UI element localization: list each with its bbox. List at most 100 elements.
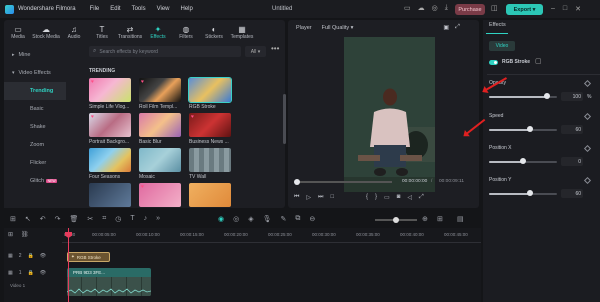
effect-clip[interactable]: ✦ RGB Stroke xyxy=(67,252,110,262)
effect-card[interactable]: Mosaic xyxy=(139,148,181,180)
mark-out-icon[interactable]: } xyxy=(375,194,377,201)
split-icon[interactable]: ✂ xyxy=(87,215,93,223)
effect-settings-icon[interactable]: ▢ xyxy=(535,57,542,65)
eye-icon[interactable]: 👁 xyxy=(40,253,46,259)
sidebar-mine[interactable]: ▸ Mine xyxy=(4,46,66,64)
param-slider[interactable] xyxy=(489,158,557,164)
select-icon[interactable]: ↖ xyxy=(25,215,31,223)
effect-card[interactable] xyxy=(189,183,231,207)
download-icon[interactable]: ⤓ xyxy=(445,4,448,12)
more-options-icon[interactable]: ••• xyxy=(271,44,279,53)
next-frame-icon[interactable]: ⏭ xyxy=(318,194,323,201)
tab-stickers[interactable]: ◐ Stickers xyxy=(200,20,228,44)
account-icon[interactable]: ◎ xyxy=(432,4,438,12)
device-icon[interactable]: ▭ xyxy=(404,4,411,12)
player-progress-knob[interactable] xyxy=(294,179,300,185)
previous-frame-icon[interactable]: ⏮ xyxy=(294,194,299,201)
fullscreen-icon[interactable]: ⤢ xyxy=(419,194,424,201)
tab-effects[interactable]: Effects xyxy=(489,22,506,28)
quality-dropdown[interactable]: Full Quality ▾ xyxy=(322,25,354,31)
sidebar-item-flicker[interactable]: Flicker xyxy=(4,154,66,172)
undo-icon[interactable]: ↶ xyxy=(40,215,46,223)
mark-in-icon[interactable]: { xyxy=(366,194,368,201)
minimize-icon[interactable]: – xyxy=(551,5,555,13)
param-slider-knob[interactable] xyxy=(543,93,550,99)
menu-tools[interactable]: Tools xyxy=(132,6,146,12)
zoom-in-icon[interactable]: ⊕ xyxy=(422,215,428,223)
keyframe-icon[interactable] xyxy=(583,144,592,153)
param-value-field[interactable]: 60 xyxy=(561,189,583,198)
player-progress-track[interactable] xyxy=(296,181,392,183)
delete-icon[interactable]: 🗑 xyxy=(70,215,79,223)
sidebar-item-trending[interactable]: Trending xyxy=(4,82,66,100)
tab-titles[interactable]: T Titles xyxy=(88,20,116,44)
text-icon[interactable]: T xyxy=(130,215,134,223)
menu-view[interactable]: View xyxy=(157,6,170,12)
sidebar-item-shake[interactable]: Shake xyxy=(4,118,66,136)
snapshot-icon[interactable]: ▣ xyxy=(443,24,449,31)
expand-icon[interactable]: ⤢ xyxy=(455,24,460,31)
timeline-ruler[interactable]: 00:0000:00:05:0000:00:10:0000:00:15:0000… xyxy=(62,232,481,242)
tab-audio[interactable]: ♫ Audio xyxy=(60,20,88,44)
effect-card[interactable]: ♥ Simple Life Vlog... xyxy=(89,78,131,110)
keyframe-icon[interactable] xyxy=(583,112,592,121)
screenshot-icon[interactable]: ◙ xyxy=(397,194,401,201)
effects-search-input[interactable]: ⌕ Search effects by keyword xyxy=(89,46,241,57)
effect-card[interactable]: TV Wall xyxy=(189,148,231,180)
param-slider-knob[interactable] xyxy=(526,190,533,196)
menu-help[interactable]: Help xyxy=(181,6,193,12)
param-slider[interactable] xyxy=(489,190,557,196)
notification-icon[interactable]: ◫ xyxy=(491,4,498,12)
more-tools-icon[interactable]: » xyxy=(156,215,160,223)
param-value-field[interactable]: 100 xyxy=(561,92,583,101)
video-clip[interactable]: PRB 9D3 3FE... xyxy=(67,268,151,296)
add-track-icon[interactable]: ⊞ xyxy=(8,231,13,238)
sidebar-item-glitch[interactable]: Glitch NEW xyxy=(4,172,66,190)
stop-icon[interactable]: □ xyxy=(330,194,334,201)
maximize-icon[interactable]: □ xyxy=(563,5,567,13)
param-slider-knob[interactable] xyxy=(526,126,533,132)
tab-filters[interactable]: ◍ Filters xyxy=(172,20,200,44)
effect-card[interactable]: ♥ Roll Film Templ... xyxy=(139,78,181,110)
sidebar-video-effects[interactable]: ▾ Video Effects xyxy=(4,64,66,82)
playhead[interactable] xyxy=(68,228,69,302)
render-icon[interactable]: ◉ xyxy=(218,215,224,223)
ai-icon[interactable]: ✎ xyxy=(281,215,287,223)
param-value-field[interactable]: 0 xyxy=(561,157,583,166)
snap-icon[interactable]: ⧉ xyxy=(295,215,300,223)
filter-dropdown[interactable]: All ▾ xyxy=(245,46,266,57)
effects-scrollbar[interactable] xyxy=(283,94,286,144)
effect-card[interactable]: ♥ Portrait Backgro... xyxy=(89,113,131,145)
purchase-button[interactable]: Purchase xyxy=(455,4,485,15)
lock-icon[interactable]: 🔒 xyxy=(28,253,34,259)
keyframe-icon[interactable] xyxy=(583,176,592,185)
tab-transitions[interactable]: ⇄ Transitions xyxy=(116,20,144,44)
zoom-slider-knob[interactable] xyxy=(393,217,399,223)
tab-templates[interactable]: ▦ Templates xyxy=(228,20,256,44)
marker-icon[interactable]: ◈ xyxy=(248,215,253,223)
redo-icon[interactable]: ↷ xyxy=(55,215,61,223)
lock-icon[interactable]: 🔒 xyxy=(28,270,34,276)
param-slider[interactable] xyxy=(489,126,557,132)
eye-icon[interactable]: 👁 xyxy=(40,270,46,276)
sidebar-item-basic[interactable]: Basic xyxy=(4,100,66,118)
fit-icon[interactable]: ⊞ xyxy=(437,215,443,223)
effect-card[interactable]: RGB Stroke xyxy=(188,77,232,110)
effect-card[interactable] xyxy=(89,183,131,207)
display-icon[interactable]: ▭ xyxy=(384,194,390,201)
export-button[interactable]: Export ▾ xyxy=(506,4,543,15)
keyframe-icon[interactable] xyxy=(583,79,592,88)
timeline-settings-icon[interactable]: ▤ xyxy=(457,215,464,223)
effect-card[interactable]: ♥ Business News ... xyxy=(189,113,231,145)
cloud-icon[interactable]: ☁ xyxy=(418,4,425,12)
param-slider-knob[interactable] xyxy=(520,158,526,164)
tab-stock-media[interactable]: ☁ Stock Media xyxy=(32,20,60,44)
audio-icon[interactable]: ♪ xyxy=(144,215,148,223)
link-icon[interactable]: ⛓ xyxy=(21,231,29,238)
volume-icon[interactable]: ◁ xyxy=(407,194,412,201)
param-value-field[interactable]: 60 xyxy=(561,125,583,134)
speed-icon[interactable]: ◷ xyxy=(115,215,121,223)
record-icon[interactable]: ◎ xyxy=(233,215,239,223)
tab-effects[interactable]: ✦ Effects xyxy=(144,20,172,44)
menu-edit[interactable]: Edit xyxy=(110,6,120,12)
